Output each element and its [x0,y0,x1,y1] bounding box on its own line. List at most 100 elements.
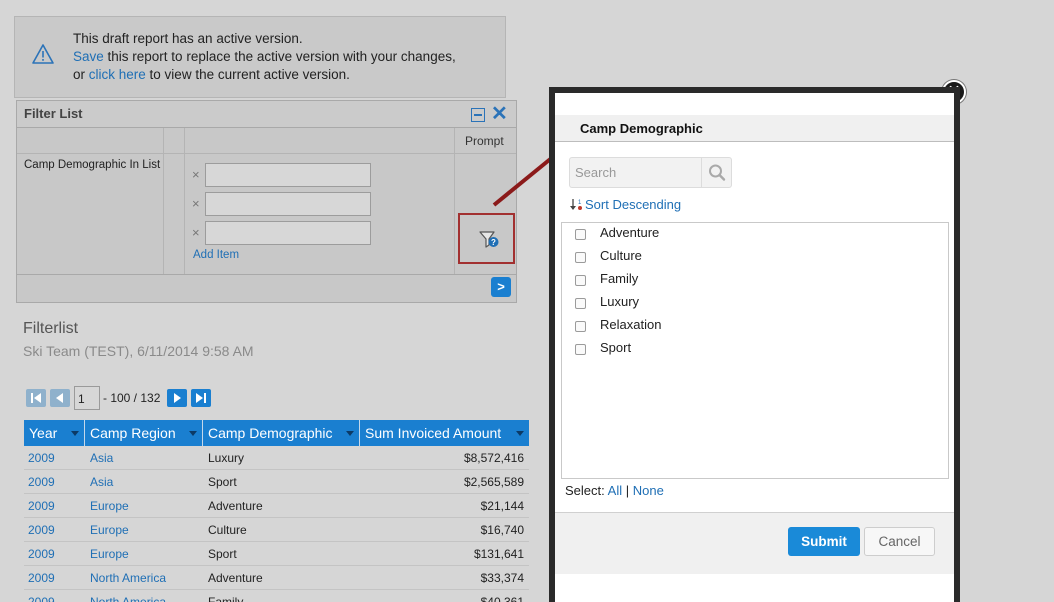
cell-camp-demographic: Adventure [208,499,263,513]
minimize-icon[interactable] [471,108,485,122]
cell-camp-region[interactable]: North America [90,566,200,590]
column-header-camp-region[interactable]: Camp Region [85,420,203,446]
table-body: 2009 Asia Luxury $8,572,416 2009 Asia Sport $2,… [24,446,529,602]
save-link[interactable]: Save [73,49,104,64]
select-all-none: Select: All | None [565,483,664,498]
prev-page-icon [56,393,63,403]
last-page-button[interactable] [191,389,211,407]
cell-sum-invoiced-amount: $2,565,589 [463,475,524,489]
column-header-year[interactable]: Year [24,420,85,446]
filter-value-input[interactable] [205,163,371,187]
report-table: Year Camp Region Camp Demographic Sum In… [24,420,529,602]
option-list: Adventure Culture Family Luxury Relaxation Sp… [561,222,949,479]
grid-divider [184,128,185,274]
filter-grid: Prompt Camp Demographic In List × × × Ad… [17,128,516,275]
option-checkbox[interactable] [575,321,586,332]
search-button[interactable] [701,158,731,187]
next-page-button[interactable] [167,389,187,407]
option-checkbox[interactable] [575,344,586,355]
active-version-notice: This draft report has an active version.… [14,16,506,98]
sort-caret-icon[interactable] [516,431,524,436]
sort-caret-icon[interactable] [346,431,354,436]
camp-demographic-dialog: Camp Demographic Search 1 Sort Descendin… [549,87,960,602]
sort-descending-link[interactable]: 1 Sort Descending [569,197,681,214]
click-here-link[interactable]: click here [89,67,146,82]
add-item-link[interactable]: Add Item [193,249,239,261]
table-row: 2009 Asia Sport $2,565,589 [24,470,529,494]
select-all-link[interactable]: All [608,483,622,498]
cell-year[interactable]: 2009 [28,518,83,542]
cell-year[interactable]: 2009 [28,446,83,470]
filter-list-header: Filter List ✕ [17,101,516,128]
cell-year[interactable]: 2009 [28,470,83,494]
filter-value-input[interactable] [205,221,371,245]
sort-caret-icon[interactable] [71,431,79,436]
run-filter-button[interactable]: > [491,277,511,297]
option-checkbox[interactable] [575,275,586,286]
option-checkbox[interactable] [575,298,586,309]
search-input[interactable]: Search [575,165,616,180]
prev-page-button[interactable] [50,389,70,407]
cell-sum-invoiced-amount: $16,740 [480,523,524,537]
prompt-highlight: ? [458,213,515,264]
table-row: 2009 Europe Adventure $21,144 [24,494,529,518]
cell-camp-demographic: Sport [208,475,237,489]
close-icon[interactable]: ✕ [491,104,508,124]
report-subtitle: Ski Team (TEST), 6/11/2014 9:58 AM [23,343,254,359]
cell-camp-region[interactable]: North America [90,590,200,602]
remove-item-icon[interactable]: × [192,225,200,240]
dialog-footer: Submit Cancel [555,512,954,574]
cell-camp-region[interactable]: Europe [90,494,200,518]
cancel-button[interactable]: Cancel [864,527,935,556]
cell-sum-invoiced-amount: $8,572,416 [463,451,524,465]
next-page-icon [174,393,181,403]
svg-text:1: 1 [578,200,582,206]
cell-year[interactable]: 2009 [28,566,83,590]
option-checkbox[interactable] [575,252,586,263]
option-label: Adventure [600,225,660,240]
cell-year[interactable]: 2009 [28,542,83,566]
option-label: Family [600,271,639,286]
prompt-filter-icon[interactable]: ? [478,229,500,249]
option-checkbox[interactable] [575,229,586,240]
search-icon [709,164,726,181]
first-page-button[interactable] [26,389,46,407]
search-box: Search [569,157,732,188]
option-label: Relaxation [600,317,662,332]
cell-camp-region[interactable]: Asia [90,446,200,470]
remove-item-icon[interactable]: × [192,196,200,211]
select-none-link[interactable]: None [633,483,664,498]
submit-button[interactable]: Submit [788,527,860,556]
first-page-icon [31,393,41,403]
dialog-title-bar: Camp Demographic [555,115,954,142]
filter-list-panel: Filter List ✕ Prompt Camp Demographic In… [16,100,517,303]
table-header: Year Camp Region Camp Demographic Sum In… [24,420,529,446]
cell-year[interactable]: 2009 [28,494,83,518]
cell-camp-region[interactable]: Europe [90,518,200,542]
column-header-camp-demographic[interactable]: Camp Demographic [203,420,360,446]
grid-divider [454,128,455,274]
table-row: 2009 Asia Luxury $8,572,416 [24,446,529,470]
column-header-sum-invoiced-amount[interactable]: Sum Invoiced Amount [360,420,529,446]
notice-line-3: or click here to view the current active… [73,67,350,82]
filter-list-title: Filter List [24,106,83,121]
option-label: Sport [600,340,632,355]
cell-year[interactable]: 2009 [28,590,83,602]
sort-caret-icon[interactable] [189,431,197,436]
page-range: - 100 / 132 [103,391,161,405]
dialog-title: Camp Demographic [580,121,703,136]
grid-divider [163,128,164,274]
filter-value-input[interactable] [205,192,371,216]
notice-line-2: Save this report to replace the active v… [73,49,456,64]
cell-camp-region[interactable]: Europe [90,542,200,566]
remove-item-icon[interactable]: × [192,167,200,182]
cell-camp-region[interactable]: Asia [90,470,200,494]
table-row: 2009 North America Adventure $33,374 [24,566,529,590]
notice-line-1: This draft report has an active version. [73,31,303,46]
option-label: Luxury [600,294,640,309]
table-row: 2009 Europe Culture $16,740 [24,518,529,542]
report-title: Filterlist [23,320,79,337]
page-number-input[interactable]: 1 [74,386,100,410]
cell-camp-demographic: Sport [208,547,237,561]
table-row: 2009 Europe Sport $131,641 [24,542,529,566]
